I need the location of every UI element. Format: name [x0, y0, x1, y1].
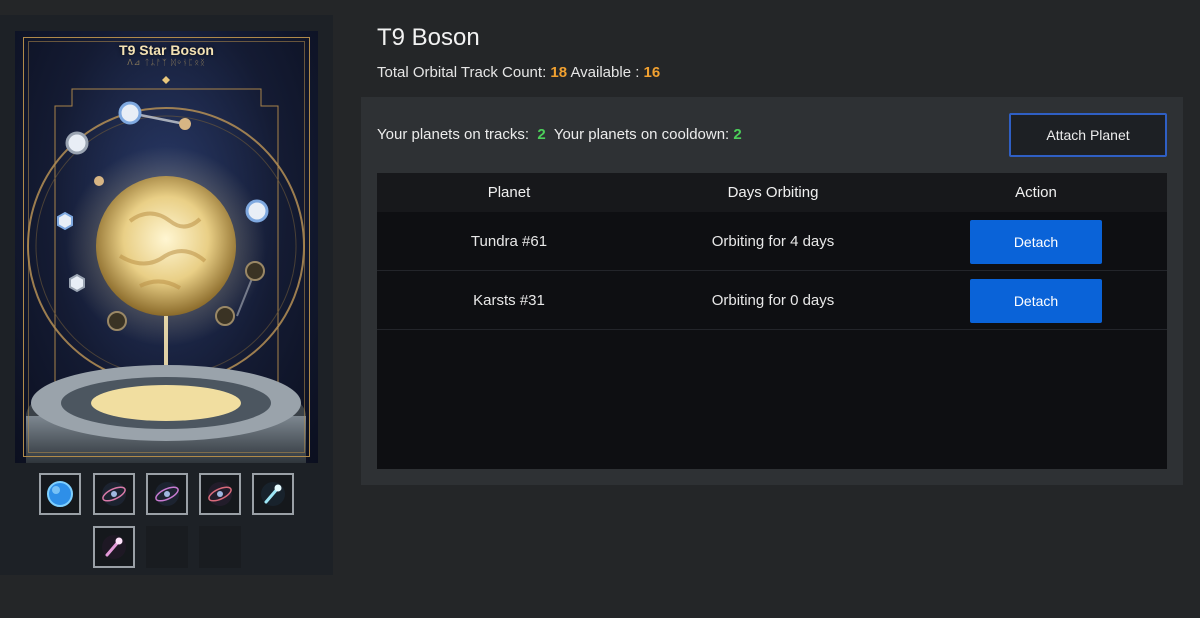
thumbnail-slot[interactable] — [252, 473, 294, 515]
thumbnail-slot[interactable] — [39, 473, 81, 515]
attach-planet-button[interactable]: Attach Planet — [1009, 113, 1167, 157]
nebula-ring-icon — [102, 482, 126, 506]
thumbnail-slot[interactable] — [146, 473, 188, 515]
star-card: T9 Star Boson ᐱ⊿ ᛏᛦᚨᛉ ᛞᛜᚾᛈᛟᛝ — [15, 31, 318, 463]
star-card-panel: T9 Star Boson ᐱ⊿ ᛏᛦᚨᛉ ᛞᛜᚾᛈᛟᛝ — [0, 15, 333, 575]
track-count-label: Total Orbital Track Count: — [377, 64, 547, 81]
thumbnail-slot[interactable] — [93, 473, 135, 515]
nebula-ring-icon — [155, 482, 179, 506]
on-tracks-count: 2 — [537, 126, 546, 143]
on-tracks-label: Your planets on tracks: — [377, 126, 530, 143]
days-orbiting-cell: Orbiting for 0 days — [711, 292, 835, 309]
track-count-value: 18 — [550, 64, 568, 81]
table-row: Tundra #61 Orbiting for 4 days Detach — [377, 212, 1167, 271]
table-row: Karsts #31 Orbiting for 0 days Detach — [377, 271, 1167, 330]
column-header-planet: Planet — [487, 184, 531, 201]
planet-name-cell: Tundra #61 — [470, 233, 548, 250]
card-subtitle: ᐱ⊿ ᛏᛦᚨᛉ ᛞᛜᚾᛈᛟᛝ — [127, 58, 206, 67]
detach-button[interactable]: Detach — [970, 279, 1102, 323]
available-count-value: 16 — [643, 64, 661, 81]
nebula-ring-icon — [208, 482, 232, 506]
empty-thumbnail-slot[interactable] — [146, 526, 188, 568]
cooldown-count: 2 — [733, 126, 742, 143]
column-header-days-orbiting: Days Orbiting — [727, 184, 819, 201]
available-label: Available : — [570, 64, 640, 81]
page-title: T9 Boson — [377, 24, 480, 51]
card-title: T9 Star Boson — [119, 42, 214, 58]
empty-thumbnail-slot[interactable] — [199, 526, 241, 568]
comet-icon — [261, 482, 285, 506]
star-card-art — [26, 76, 306, 463]
days-orbiting-cell: Orbiting for 4 days — [711, 233, 835, 250]
cooldown-label: Your planets on cooldown: — [553, 126, 730, 143]
detach-button[interactable]: Detach — [970, 220, 1102, 264]
planet-status-summary: Your planets on tracks: 2 Your planets o… — [377, 126, 742, 143]
planet-name-cell: Karsts #31 — [473, 292, 545, 309]
thumbnail-slot[interactable] — [199, 473, 241, 515]
planets-table: Planet Days Orbiting Action Tundra #61 O… — [377, 173, 1167, 469]
column-header-action: Action — [1015, 184, 1057, 201]
pink-comet-icon — [102, 535, 126, 559]
planets-panel: Your planets on tracks: 2 Your planets o… — [361, 97, 1183, 485]
table-header: Planet Days Orbiting Action — [377, 173, 1167, 212]
blue-planet-icon — [47, 481, 73, 507]
thumbnail-slot[interactable] — [93, 526, 135, 568]
orbital-track-summary: Total Orbital Track Count: 18 Available … — [377, 64, 660, 81]
